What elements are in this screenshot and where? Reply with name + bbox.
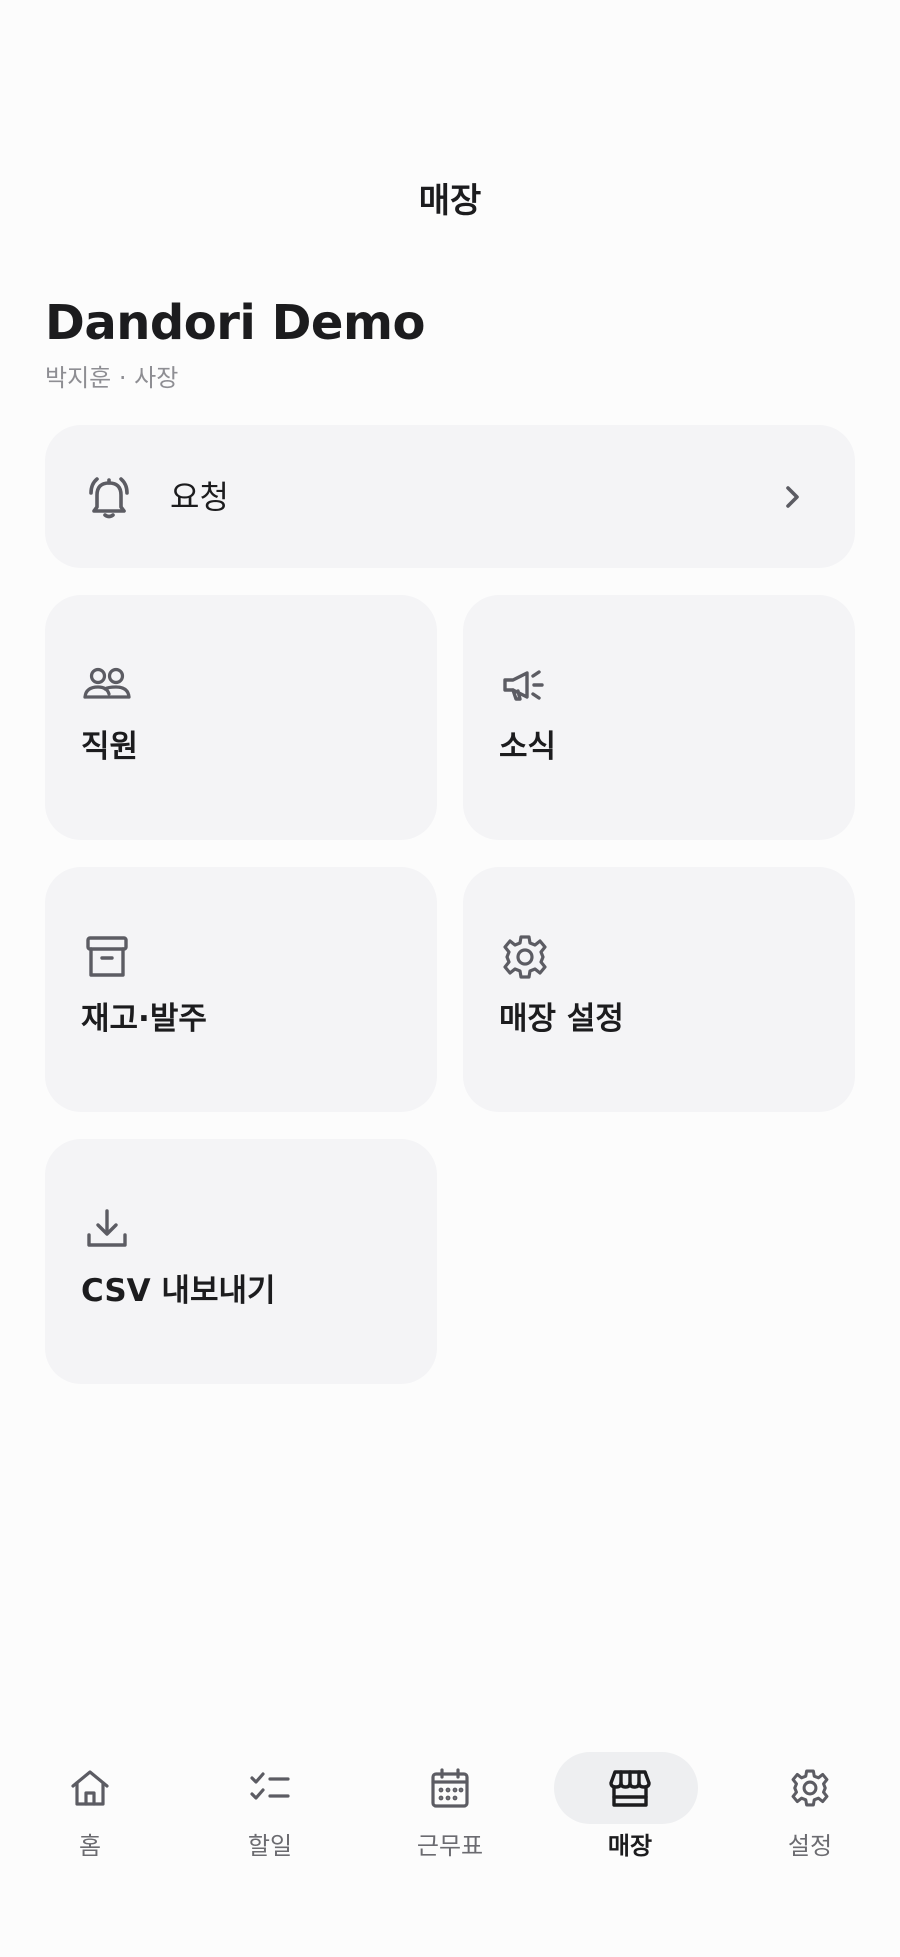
megaphone-icon <box>499 659 551 711</box>
storefront-icon <box>608 1766 652 1810</box>
tab-todo-label: 할일 <box>247 1832 293 1860</box>
gear-icon <box>788 1766 832 1810</box>
tab-store[interactable]: 매장 <box>540 1730 720 1870</box>
tab-todo[interactable]: 할일 <box>180 1730 360 1870</box>
bottom-tab-bar: 홈 할일 근무표 매장 설정 <box>0 1730 900 1957</box>
tab-settings[interactable]: 설정 <box>720 1730 900 1870</box>
staff-tile[interactable]: 직원 <box>45 595 437 840</box>
tab-schedule[interactable]: 근무표 <box>360 1730 540 1870</box>
inventory-order-tile[interactable]: 재고·발주 <box>45 867 437 1112</box>
archive-box-icon <box>81 931 133 983</box>
news-tile[interactable]: 소식 <box>463 595 855 840</box>
store-settings-tile[interactable]: 매장 설정 <box>463 867 855 1112</box>
store-owner-role: 박지훈 · 사장 <box>45 364 179 392</box>
tab-store-label: 매장 <box>607 1832 653 1860</box>
tab-home[interactable]: 홈 <box>0 1730 180 1870</box>
store-screen: 매장 Dandori Demo 박지훈 · 사장 요청 직원 소식 재고·발주 … <box>0 0 900 1957</box>
csv-export-label: CSV 내보내기 <box>81 1273 276 1309</box>
tab-settings-label: 설정 <box>787 1832 833 1860</box>
inventory-order-label: 재고·발주 <box>81 1001 207 1037</box>
csv-export-tile[interactable]: CSV 내보내기 <box>45 1139 437 1384</box>
page-title: 매장 <box>418 181 482 221</box>
download-icon <box>81 1203 133 1255</box>
store-settings-label: 매장 설정 <box>499 1001 624 1037</box>
requests-label: 요청 <box>170 478 229 516</box>
gear-icon <box>499 931 551 983</box>
people-icon <box>81 659 133 711</box>
staff-label: 직원 <box>81 729 139 765</box>
chevron-right-icon <box>775 480 809 514</box>
calendar-icon <box>428 1766 472 1810</box>
news-label: 소식 <box>499 729 557 765</box>
store-name: Dandori Demo <box>45 295 425 351</box>
home-icon <box>68 1766 112 1810</box>
tab-home-label: 홈 <box>78 1832 102 1860</box>
bell-icon <box>83 471 135 523</box>
checklist-icon <box>248 1766 292 1810</box>
requests-button[interactable]: 요청 <box>45 425 855 568</box>
tab-schedule-label: 근무표 <box>416 1832 484 1860</box>
